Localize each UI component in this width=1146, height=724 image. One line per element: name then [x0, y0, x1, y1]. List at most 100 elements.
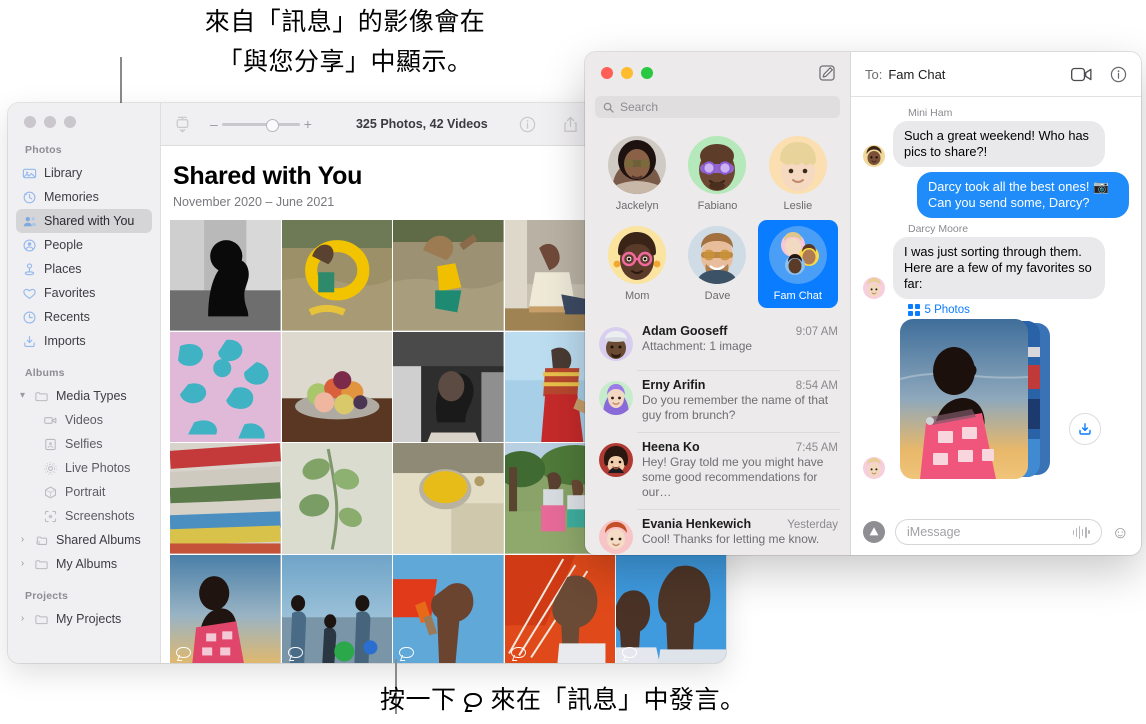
conversation-header: Adam Gooseff 9:07 AM	[642, 324, 838, 338]
grid-icon	[908, 304, 920, 316]
conversation-list[interactable]: Adam Gooseff 9:07 AM Attachment: 1 image…	[585, 316, 850, 555]
message-list[interactable]: Mini Ham Such a great weekend! Who has p…	[851, 97, 1141, 509]
comment-bubble-icon[interactable]	[510, 647, 526, 660]
zoom-out-label[interactable]: –	[210, 116, 218, 132]
pinned-conversations[interactable]: Jackelyn Fabiano Leslie Mom Dave Fam Cha…	[585, 118, 850, 308]
sidebar-item-selfies[interactable]: Selfies	[16, 432, 152, 456]
pinned-conversation-jackelyn[interactable]: Jackelyn	[597, 130, 677, 218]
pinned-conversation-fam-chat[interactable]: Fam Chat	[757, 220, 838, 308]
facetime-icon[interactable]	[1071, 67, 1092, 82]
zoom-button[interactable]	[641, 67, 653, 79]
photo-cell[interactable]	[281, 554, 392, 663]
share-icon[interactable]	[561, 115, 580, 134]
selfie-icon	[45, 438, 56, 450]
comment-bubble-icon[interactable]	[622, 647, 637, 660]
minimize-button[interactable]	[44, 116, 56, 128]
photos-sidebar-scroll[interactable]: Photos Library Memories Shared with You …	[8, 128, 160, 663]
conversation-name: Heena Ko	[642, 440, 700, 454]
photo-cell[interactable]	[170, 554, 281, 663]
message-bubble-outgoing[interactable]: Darcy took all the best ones! 📷 Can you …	[917, 172, 1129, 218]
zoom-slider-track[interactable]	[221, 118, 300, 132]
sidebar-item-live-photos[interactable]: Live Photos	[16, 456, 152, 480]
photo-cell[interactable]	[504, 554, 615, 663]
imessage-input[interactable]: iMessage	[895, 519, 1102, 545]
message-bubble-incoming[interactable]: Such a great weekend! Who has pics to sh…	[893, 121, 1105, 167]
thread-recipient[interactable]: Fam Chat	[888, 67, 945, 82]
info-icon[interactable]	[518, 115, 537, 134]
search-input[interactable]: Search	[595, 96, 840, 118]
photo-count-label: 325 Photos, 42 Videos	[355, 117, 488, 131]
chevron-right-icon[interactable]: ›	[18, 559, 27, 569]
close-button[interactable]	[601, 67, 613, 79]
photo-cell[interactable]	[393, 220, 504, 331]
photo-cell[interactable]	[616, 554, 726, 663]
sidebar-item-favorites[interactable]: Favorites	[16, 281, 152, 305]
avatar	[599, 520, 633, 554]
close-button[interactable]	[24, 116, 36, 128]
to-label: To:	[865, 66, 883, 82]
sidebar-item-label: My Projects	[56, 612, 122, 626]
sidebar-item-recents[interactable]: Recents	[16, 305, 152, 329]
sidebar-item-places[interactable]: Places	[16, 257, 152, 281]
audio-waveform-icon[interactable]	[1072, 525, 1090, 539]
conversation-row[interactable]: Evania Henkewich Yesterday Cool! Thanks …	[585, 509, 850, 555]
photo-cell[interactable]	[281, 331, 392, 442]
photo-cell[interactable]	[281, 443, 392, 554]
sidebar-item-my-projects[interactable]: › My Projects	[16, 607, 152, 631]
import-device-icon[interactable]	[173, 115, 192, 134]
photos-attachment-link[interactable]: 5 Photos	[908, 304, 1129, 316]
screenshot-canvas: 來自「訊息」的影像會在 「與您分享」中顯示。 Photos Library Me…	[0, 0, 1146, 724]
zoom-slider-knob[interactable]	[265, 118, 279, 132]
sidebar-item-media-types[interactable]: ▾ Media Types	[16, 384, 152, 408]
sidebar-item-my-albums[interactable]: › My Albums	[16, 552, 152, 576]
photo-cell[interactable]	[393, 331, 504, 442]
photo-cell[interactable]	[393, 554, 504, 663]
chevron-down-icon[interactable]: ▾	[18, 391, 27, 401]
download-attachment-button[interactable]	[1069, 413, 1101, 445]
sidebar-item-videos[interactable]: Videos	[16, 408, 152, 432]
chevron-right-icon[interactable]: ›	[18, 535, 27, 545]
conversation-body: Erny Arifin 8:54 AM Do you remember the …	[642, 378, 838, 423]
photo-cell[interactable]	[170, 443, 281, 554]
comment-bubble-icon[interactable]	[399, 647, 414, 660]
sidebar-item-screenshots[interactable]: Screenshots	[16, 504, 152, 528]
sidebar-item-people[interactable]: People	[16, 233, 152, 257]
photo-stack-layer-front[interactable]	[900, 319, 1028, 479]
pinned-conversation-leslie[interactable]: Leslie	[758, 130, 838, 218]
conversation-row[interactable]: Heena Ko 7:45 AM Hey! Gray told me you m…	[585, 432, 850, 509]
emoji-icon[interactable]: ☺	[1112, 524, 1129, 541]
sidebar-item-library[interactable]: Library	[16, 161, 152, 185]
sidebar-section-albums-header: Albums	[25, 367, 65, 379]
pinned-conversation-dave[interactable]: Dave	[677, 220, 757, 308]
comment-bubble-icon[interactable]	[287, 647, 303, 660]
compose-icon[interactable]	[818, 64, 836, 82]
sidebar-item-memories[interactable]: Memories	[16, 185, 152, 209]
appstore-icon[interactable]	[863, 521, 885, 543]
conversation-row[interactable]: Erny Arifin 8:54 AM Do you remember the …	[585, 370, 850, 432]
photo-cell[interactable]	[281, 220, 392, 331]
sidebar-item-shared-with-you[interactable]: Shared with You	[16, 209, 152, 233]
zoom-button[interactable]	[64, 116, 76, 128]
conversation-row[interactable]: Adam Gooseff 9:07 AM Attachment: 1 image	[585, 316, 850, 370]
message-bubble-incoming[interactable]: I was just sorting through them. Here ar…	[893, 237, 1105, 299]
photo-stack-attachment[interactable]	[900, 319, 1055, 479]
zoom-in-label[interactable]: +	[304, 116, 312, 132]
conversation-name: Evania Henkewich	[642, 517, 752, 531]
sidebar-item-label: Imports	[44, 334, 86, 348]
minimize-button[interactable]	[621, 67, 633, 79]
sidebar-item-imports[interactable]: Imports	[16, 329, 152, 353]
photo-cell[interactable]	[393, 443, 504, 554]
import-icon	[24, 335, 35, 347]
photo-cell[interactable]	[170, 331, 281, 442]
comment-bubble-icon[interactable]	[176, 647, 191, 660]
zoom-slider[interactable]: – +	[210, 116, 312, 132]
sidebar-item-shared-albums[interactable]: › Shared Albums	[16, 528, 152, 552]
photo-cell[interactable]	[170, 220, 281, 331]
pinned-conversation-fabiano[interactable]: Fabiano	[677, 130, 757, 218]
sidebar-item-label: Memories	[44, 190, 99, 204]
sidebar-item-portrait[interactable]: Portrait	[16, 480, 152, 504]
chevron-right-icon[interactable]: ›	[18, 614, 27, 624]
photos-window-controls[interactable]	[8, 103, 160, 128]
info-icon[interactable]	[1110, 66, 1127, 83]
pinned-conversation-mom[interactable]: Mom	[597, 220, 677, 308]
